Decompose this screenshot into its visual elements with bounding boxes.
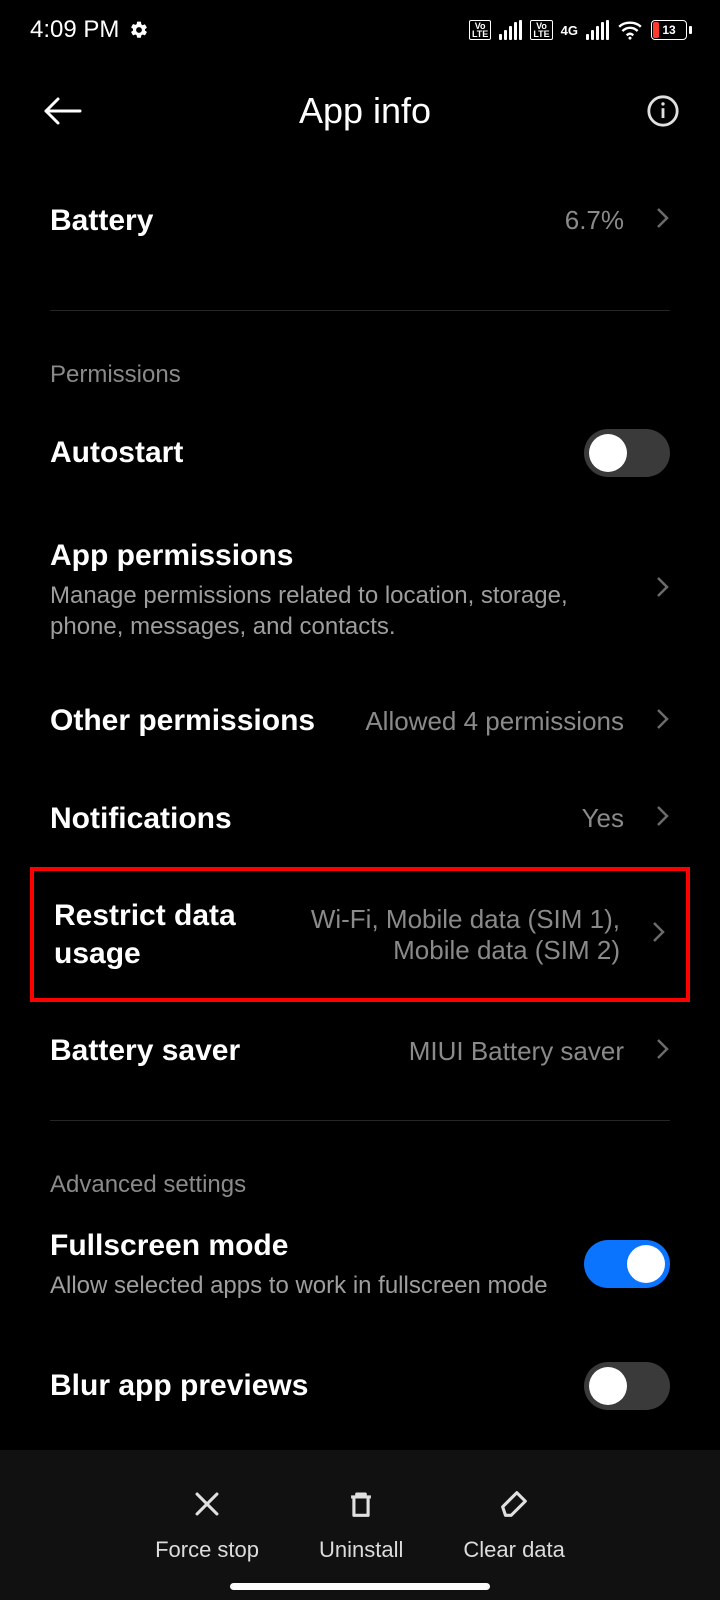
row-value: MIUI Battery saver (409, 1036, 624, 1067)
scroll-fade (0, 1410, 720, 1450)
row-title: Notifications (50, 800, 562, 838)
divider (50, 310, 670, 311)
action-label: Force stop (155, 1537, 259, 1563)
row-battery[interactable]: Battery 6.7% (0, 142, 720, 290)
divider (50, 1120, 670, 1121)
row-restrict-data-usage[interactable]: Restrict data usage Wi-Fi, Mobile data (… (30, 867, 690, 1002)
app-bar: App info (0, 60, 720, 142)
row-title: Fullscreen mode (50, 1227, 564, 1265)
row-value: 6.7% (565, 205, 624, 236)
force-stop-button[interactable]: Force stop (155, 1487, 259, 1563)
row-value: Wi-Fi, Mobile data (SIM 1), Mobile data … (290, 904, 620, 966)
row-battery-saver[interactable]: Battery saver MIUI Battery saver (0, 1002, 720, 1100)
volte1-icon: VoLTE (469, 20, 491, 40)
row-other-permissions[interactable]: Other permissions Allowed 4 permissions (0, 672, 720, 770)
back-arrow-icon[interactable] (40, 94, 84, 128)
battery-indicator: 13 (651, 20, 692, 40)
section-advanced: Advanced settings (0, 1141, 720, 1209)
action-label: Clear data (463, 1537, 565, 1563)
wifi-icon (617, 20, 643, 40)
trash-icon (344, 1487, 378, 1527)
bottom-action-bar: Force stop Uninstall Clear data (0, 1450, 720, 1600)
chevron-right-icon (656, 575, 670, 604)
chevron-right-icon (656, 804, 670, 833)
toggle-blur[interactable] (584, 1362, 670, 1410)
row-title: Battery (50, 202, 545, 240)
chevron-right-icon (656, 707, 670, 736)
chevron-right-icon (656, 1037, 670, 1066)
row-autostart[interactable]: Autostart (0, 399, 720, 507)
page-title: App info (84, 90, 646, 132)
row-fullscreen-mode[interactable]: Fullscreen mode Allow selected apps to w… (0, 1209, 720, 1332)
network-4g-icon: 4G (561, 25, 578, 36)
row-title: Other permissions (50, 702, 345, 740)
row-app-permissions[interactable]: App permissions Manage permissions relat… (0, 507, 720, 673)
section-permissions: Permissions (0, 331, 720, 399)
settings-list: Battery 6.7% Permissions Autostart App p… (0, 142, 720, 1410)
info-icon[interactable] (646, 94, 680, 128)
battery-percent: 13 (652, 23, 686, 37)
volte2-icon: VoLTE (530, 20, 552, 40)
row-title: Blur app previews (50, 1367, 564, 1405)
clear-data-button[interactable]: Clear data (463, 1487, 565, 1563)
status-time: 4:09 PM (30, 16, 119, 44)
row-value: Yes (582, 803, 624, 834)
row-notifications[interactable]: Notifications Yes (0, 770, 720, 868)
chevron-right-icon (652, 920, 666, 949)
row-value: Allowed 4 permissions (365, 706, 624, 737)
signal2-icon (586, 20, 609, 40)
row-title: Restrict data usage (54, 897, 270, 972)
row-subtitle: Manage permissions related to location, … (50, 580, 624, 642)
uninstall-button[interactable]: Uninstall (319, 1487, 403, 1563)
eraser-icon (497, 1487, 531, 1527)
row-title: Autostart (50, 434, 564, 472)
row-title: App permissions (50, 537, 624, 575)
chevron-right-icon (656, 206, 670, 235)
action-label: Uninstall (319, 1537, 403, 1563)
row-blur-app-previews[interactable]: Blur app previews (0, 1332, 720, 1410)
home-indicator[interactable] (230, 1583, 490, 1590)
signal1-icon (499, 20, 522, 40)
status-bar: 4:09 PM VoLTE VoLTE 4G 13 (0, 0, 720, 60)
toggle-fullscreen[interactable] (584, 1240, 670, 1288)
settings-gear-icon (129, 20, 149, 40)
toggle-autostart[interactable] (584, 429, 670, 477)
row-subtitle: Allow selected apps to work in fullscree… (50, 1270, 564, 1301)
close-icon (190, 1487, 224, 1527)
row-title: Battery saver (50, 1032, 389, 1070)
